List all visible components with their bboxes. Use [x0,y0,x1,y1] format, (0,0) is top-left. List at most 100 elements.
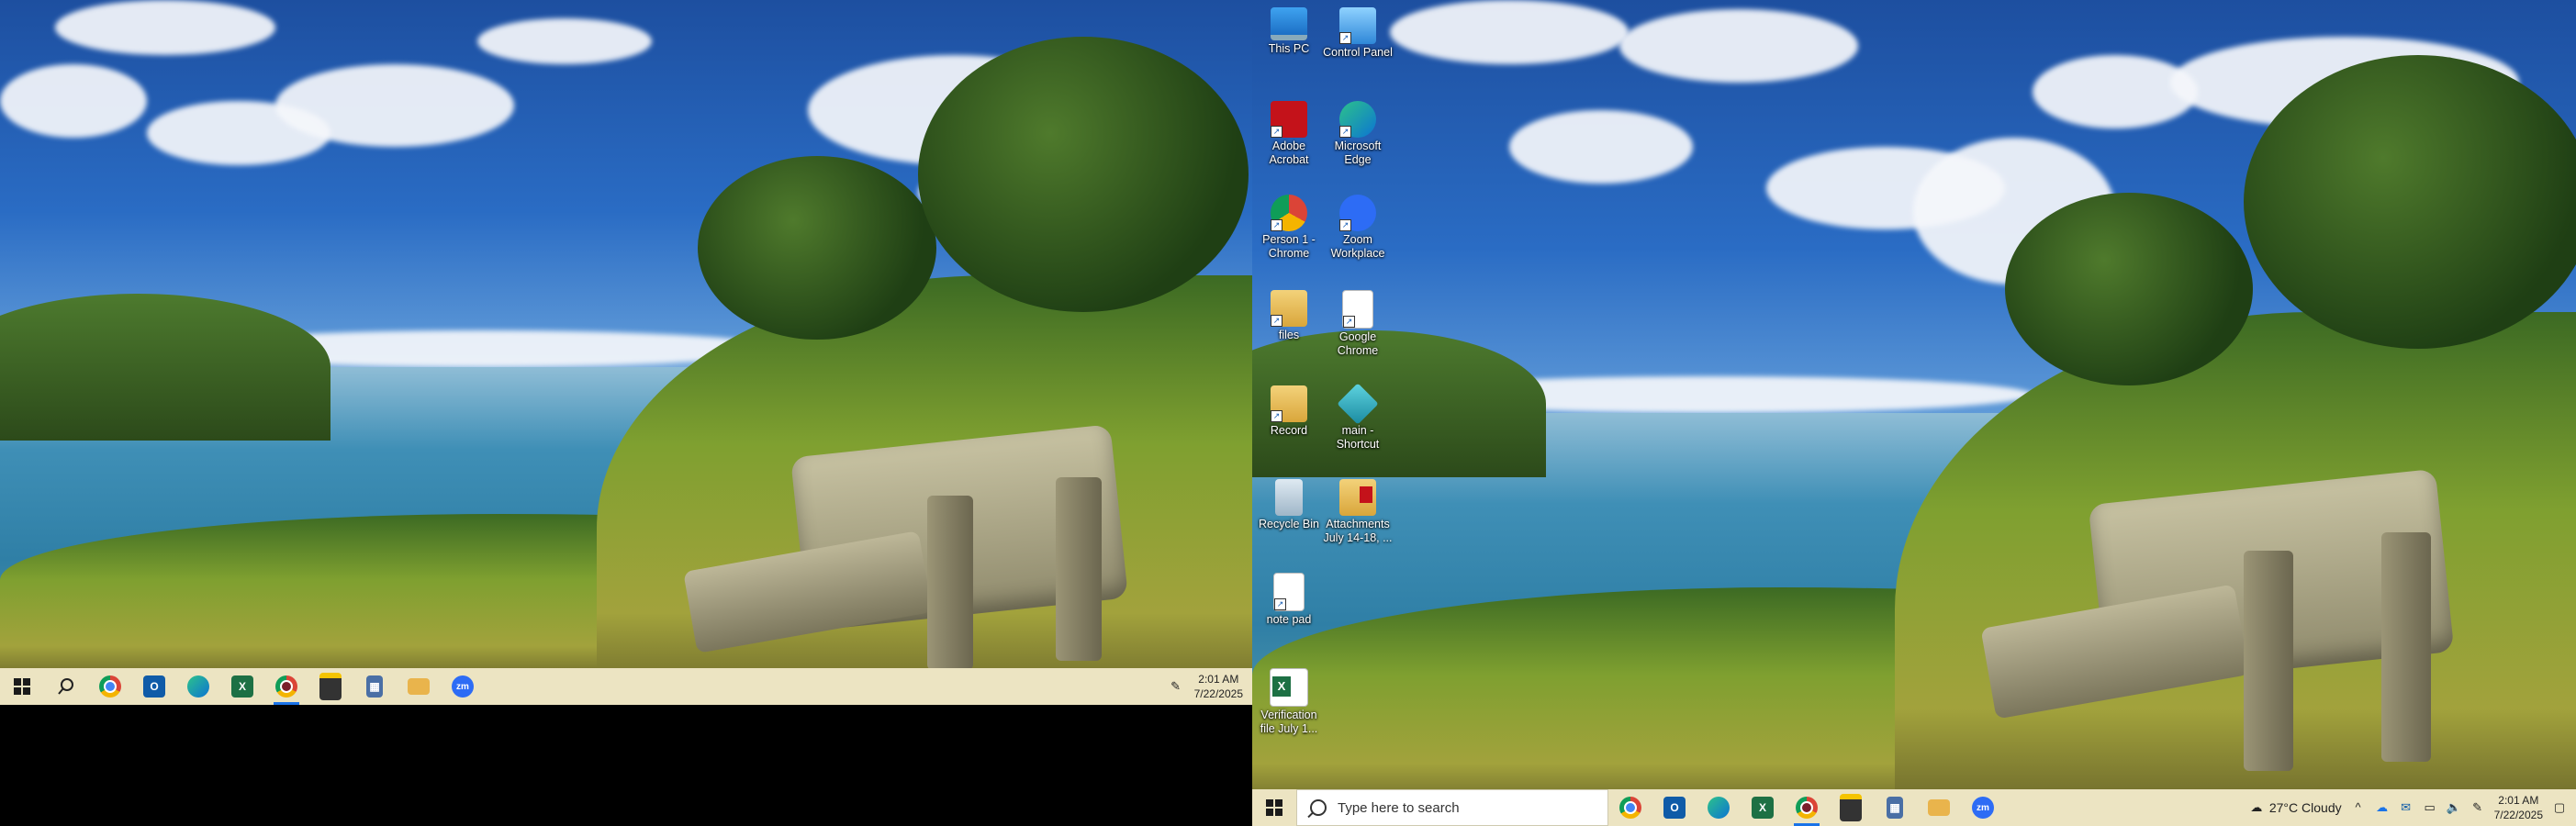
clock-right[interactable]: 2:01 AM 7/22/2025 [2494,793,2543,822]
desktop-icon-attachments[interactable]: Attachments July 14-18, ... [1321,479,1394,545]
clock-date: 7/22/2025 [2493,809,2543,821]
taskbar-right: Type here to search O X ▦ zm ☁ 27°C Clou… [1252,789,2576,826]
taskbar-sticky-notes-button[interactable] [1829,789,1873,826]
desktop-icon-label: Control Panel [1323,46,1393,59]
taskbar-file-explorer-button[interactable] [1917,789,1961,826]
desktop-icon-recycle-bin[interactable]: Recycle Bin [1252,479,1326,531]
taskbar-excel-button[interactable]: X [220,668,264,705]
desktop-icon-zoom-workplace[interactable]: ↗ Zoom Workplace [1321,195,1394,261]
desktop-icon-label: Adobe Acrobat [1269,140,1309,166]
weather-text: 27°C Cloudy [2268,800,2342,815]
taskbar-sticky-notes-button[interactable] [308,668,353,705]
desktop-icon-note-pad[interactable]: ↗ note pad [1252,573,1326,627]
desktop-icon-label: This PC [1268,42,1310,55]
weather-widget[interactable]: ☁ 27°C Cloudy [2249,800,2342,815]
desktop-icon-label: Attachments July 14-18, ... [1323,518,1393,544]
taskbar-left: O X ▦ zm ✎ 2:01 AM 7/22/2025 [0,668,1252,705]
pdf-icon [1339,479,1376,516]
start-button[interactable] [1252,789,1296,826]
desktop-icon-label: Google Chrome [1337,330,1379,357]
folder-icon: ↗ [1271,290,1307,327]
edge-icon: ↗ [1339,101,1376,138]
folder-icon: ↗ [1271,385,1307,422]
taskbar-excel-button[interactable]: X [1741,789,1785,826]
edge-icon [187,675,209,698]
excel-file-icon: X [1270,668,1308,707]
system-tray-left: ✎ 2:01 AM 7/22/2025 [1169,672,1252,701]
desktop-icon-verification-file[interactable]: X Verification file July 1... [1252,668,1326,736]
taskbar-file-explorer-button[interactable] [397,668,441,705]
desktop-icon-record[interactable]: ↗ Record [1252,385,1326,438]
app-shortcut-icon [1337,383,1379,425]
outlook-notification-icon[interactable]: ✉ [2399,801,2414,814]
desktop-icon-adobe-acrobat[interactable]: ↗ Adobe Acrobat [1252,101,1326,167]
sticky-notes-icon [1840,794,1862,821]
chevron-up-icon[interactable]: ^ [2351,801,2366,814]
taskbar-chrome-profile-button[interactable] [264,668,308,705]
acrobat-icon: ↗ [1271,101,1307,138]
desktop-icon-label: Microsoft Edge [1334,140,1382,166]
calculator-icon: ▦ [366,675,383,698]
recycle-bin-icon [1275,479,1303,516]
chrome-icon: ↗ [1271,195,1307,231]
desktop-icon-control-panel[interactable]: ↗ Control Panel [1321,7,1394,60]
clock-time: 2:01 AM [2498,794,2539,807]
desktop-icon-google-chrome[interactable]: ↗ Google Chrome [1321,290,1394,358]
clock-time: 2:01 AM [1198,673,1239,686]
zoom-icon: ↗ [1339,195,1376,231]
taskbar-edge-button[interactable] [1697,789,1741,826]
taskbar-chrome-button[interactable] [1608,789,1652,826]
taskbar-outlook-button[interactable]: O [132,668,176,705]
calculator-icon: ▦ [1887,797,1903,819]
zoom-icon: zm [1972,797,1994,819]
pen-icon[interactable]: ✎ [1169,680,1183,693]
right-desktop: This PC ↗ Control Panel ↗ Adobe Acrobat … [1252,0,2576,826]
taskbar-zoom-button[interactable]: zm [1961,789,2005,826]
chrome-profile-icon [1796,797,1818,819]
folder-icon [408,678,430,695]
clock-left[interactable]: 2:01 AM 7/22/2025 [1194,672,1243,701]
desktop-icon-label: Verification file July 1... [1260,709,1318,735]
search-icon [58,678,73,695]
outlook-icon: O [143,675,165,698]
desktop-icon-label: Zoom Workplace [1330,233,1385,260]
taskbar-chrome-button[interactable] [88,668,132,705]
left-desktop [0,0,1252,705]
chrome-profile-icon [275,675,297,698]
desktop-icon-person1-chrome[interactable]: ↗ Person 1 - Chrome [1252,195,1326,261]
desktop-icon-label: main - Shortcut [1336,424,1380,451]
start-button[interactable] [0,668,44,705]
volume-icon[interactable]: 🔈 [2447,801,2461,814]
search-placeholder: Type here to search [1338,799,1460,816]
windows-icon [1266,799,1282,816]
desktop-icon-label: Recycle Bin [1259,518,1319,530]
desktop-icon-microsoft-edge[interactable]: ↗ Microsoft Edge [1321,101,1394,167]
notepad-icon: ↗ [1273,573,1305,611]
taskbar-calculator-button[interactable]: ▦ [353,668,397,705]
pen-icon[interactable]: ✎ [2470,801,2485,814]
desktop-icon-label: note pad [1266,613,1312,626]
onedrive-icon[interactable]: ☁ [2375,801,2390,814]
taskbar-chrome-profile-button[interactable] [1785,789,1829,826]
network-icon[interactable]: ▭ [2423,801,2437,814]
notification-icon[interactable]: ▢ [2552,801,2567,814]
control-panel-icon: ↗ [1339,7,1376,44]
desktop-icon-label: Record [1270,424,1308,437]
taskbar-edge-button[interactable] [176,668,220,705]
taskbar-zoom-button[interactable]: zm [441,668,485,705]
desktop-icon-label: files [1278,329,1300,341]
taskbar-outlook-button[interactable]: O [1652,789,1697,826]
cloud-icon: ☁ [2250,800,2263,814]
desktop-icon-main-shortcut[interactable]: main - Shortcut [1321,383,1394,452]
desktop-icon-this-pc[interactable]: This PC [1252,7,1326,56]
desktop-icon-files[interactable]: ↗ files [1252,290,1326,342]
windows-icon [14,678,30,695]
taskbar-calculator-button[interactable]: ▦ [1873,789,1917,826]
document-icon: ↗ [1342,290,1373,329]
taskbar-search-box[interactable]: Type here to search [1296,789,1608,826]
excel-icon: X [1752,797,1774,819]
sticky-notes-icon [319,673,342,700]
chrome-icon [99,675,121,698]
outlook-icon: O [1663,797,1686,819]
search-button[interactable] [44,668,88,705]
